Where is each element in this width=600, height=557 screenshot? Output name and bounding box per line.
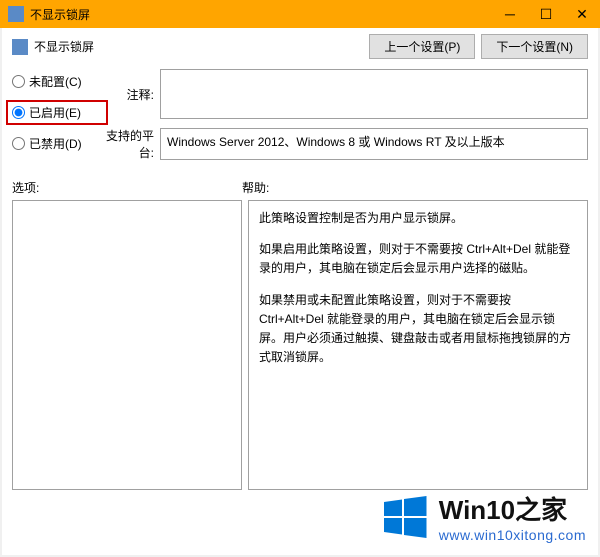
close-button[interactable]: ✕ [564, 0, 600, 28]
radio-enabled[interactable]: 已启用(E) [12, 104, 102, 121]
radio-disabled[interactable]: 已禁用(D) [12, 135, 102, 152]
comment-label: 注释: [102, 86, 160, 103]
radio-not-configured-label: 未配置(C) [29, 73, 82, 90]
right-column: 注释: 支持的平台: [102, 69, 588, 169]
section-labels: 选项: 帮助: [12, 179, 588, 196]
radio-column: 未配置(C) 已启用(E) 已禁用(D) [12, 69, 102, 166]
help-paragraph: 此策略设置控制是否为用户显示锁屏。 [259, 209, 577, 228]
platform-label: 支持的平台: [102, 127, 160, 161]
window-title: 不显示锁屏 [30, 6, 492, 23]
help-label: 帮助: [242, 179, 269, 196]
policy-title: 不显示锁屏 [34, 38, 369, 55]
help-panel[interactable]: 此策略设置控制是否为用户显示锁屏。 如果启用此策略设置，则对于不需要按 Ctrl… [248, 200, 588, 490]
titlebar: 不显示锁屏 ─ ☐ ✕ [0, 0, 600, 28]
maximize-button[interactable]: ☐ [528, 0, 564, 28]
panels: 此策略设置控制是否为用户显示锁屏。 如果启用此策略设置，则对于不需要按 Ctrl… [12, 200, 588, 490]
radio-not-configured-input[interactable] [12, 75, 25, 88]
radio-disabled-input[interactable] [12, 137, 25, 150]
platform-field [160, 128, 588, 160]
radio-not-configured[interactable]: 未配置(C) [12, 73, 102, 90]
enabled-highlight: 已启用(E) [6, 100, 108, 125]
next-setting-button[interactable]: 下一个设置(N) [481, 34, 588, 59]
radio-enabled-input[interactable] [12, 106, 25, 119]
minimize-button[interactable]: ─ [492, 0, 528, 28]
app-icon [8, 6, 24, 22]
client-area: 不显示锁屏 上一个设置(P) 下一个设置(N) 未配置(C) 已启用(E) 已禁… [2, 28, 598, 555]
options-label: 选项: [12, 179, 242, 196]
radio-disabled-label: 已禁用(D) [29, 135, 82, 152]
policy-icon [12, 39, 28, 55]
config-row: 未配置(C) 已启用(E) 已禁用(D) 注释: 支持的平台: [12, 69, 588, 169]
options-panel[interactable] [12, 200, 242, 490]
comment-input[interactable] [160, 69, 588, 119]
help-paragraph: 如果启用此策略设置，则对于不需要按 Ctrl+Alt+Del 就能登录的用户，其… [259, 240, 577, 278]
header-row: 不显示锁屏 上一个设置(P) 下一个设置(N) [12, 34, 588, 59]
prev-setting-button[interactable]: 上一个设置(P) [369, 34, 475, 59]
help-paragraph: 如果禁用或未配置此策略设置，则对于不需要按 Ctrl+Alt+Del 就能登录的… [259, 291, 577, 368]
radio-enabled-label: 已启用(E) [29, 104, 81, 121]
